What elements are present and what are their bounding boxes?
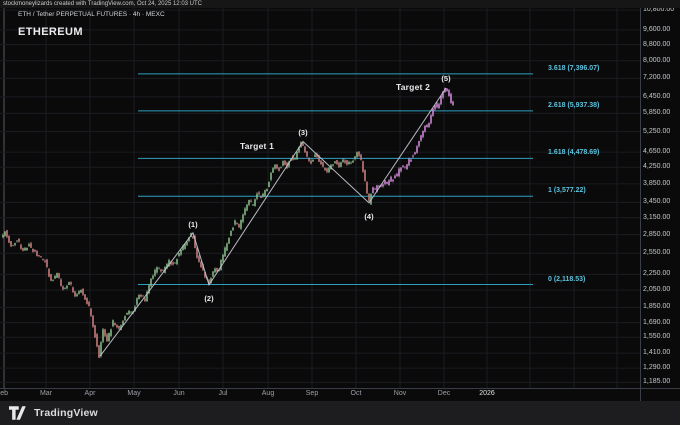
target-annotation[interactable]: Target 2 [396,82,430,92]
price-axis-label: 7,200.00 [643,74,670,81]
candles-projection-bodies [373,88,453,193]
time-axis-label: Oct [351,390,362,397]
symbol-legend[interactable]: ETH / Tether PERPETUAL FUTURES · 4h · ME… [18,11,165,18]
price-axis-label: 2,050.00 [643,286,670,293]
fib-label[interactable]: 1.618 (4,478.69) [548,149,599,156]
price-axis-label: 6,450.00 [643,93,670,100]
price-axis-label: 2,850.00 [643,231,670,238]
time-axis-label: Jul [219,390,228,397]
time-axis[interactable] [0,388,640,401]
candles-up-bodies [3,142,371,356]
price-axis-label: 8,800.00 [643,41,670,48]
tradingview-chart-snapshot: stockmoneylizards created with TradingVi… [0,0,680,425]
price-axis-label: 1,550.00 [643,333,670,340]
wave-label[interactable]: (4) [364,212,373,221]
time-axis-label: Dec [438,390,450,397]
fib-label[interactable]: 3.618 (7,396.07) [548,65,599,72]
price-axis-label: 1,185.00 [643,378,670,385]
price-axis-label: 5,850.00 [643,109,670,116]
chart-canvas[interactable] [0,0,680,425]
price-axis-label: 1,850.00 [643,303,670,310]
wave-trendline[interactable] [100,88,446,356]
tradingview-brand[interactable]: TradingView [34,407,98,419]
time-axis-label: Nov [394,390,406,397]
price-axis-label: 3,150.00 [643,214,670,221]
price-axis-label: 3,450.00 [643,198,670,205]
price-axis-label: 4,650.00 [643,148,670,155]
fib-label[interactable]: 1 (3,577.22) [548,187,586,194]
price-axis-label: 2,250.00 [643,270,670,277]
time-axis-label: Feb [0,390,8,397]
price-axis-label: 1,290.00 [643,364,670,371]
price-axis-label: 9,600.00 [643,26,670,33]
candles-down-bodies [7,143,369,358]
price-axis-label: 4,250.00 [643,163,670,170]
target-annotation[interactable]: Target 1 [240,141,274,151]
candles[interactable] [3,88,453,358]
price-axis-label: 2,550.00 [643,249,670,256]
time-axis-label: Jun [173,390,184,397]
time-axis-label: Apr [85,390,96,397]
wave-label[interactable]: (1) [188,220,197,229]
time-axis-label: Mar [40,390,52,397]
fib-label[interactable]: 0 (2,118.53) [548,276,585,283]
footer-bar: TradingView [0,401,680,425]
price-axis-label: 1,410.00 [643,349,670,356]
time-axis-label: May [127,390,140,397]
candles-up-wicks [3,141,371,357]
wave-label[interactable]: (5) [441,74,450,83]
attribution-bar: stockmoneylizards created with TradingVi… [0,0,680,8]
wave-label[interactable]: (2) [204,294,213,303]
time-axis-label: Sep [306,390,318,397]
price-axis-label: 1,690.00 [643,319,670,326]
watermark-title: ETHEREUM [18,26,83,38]
time-axis-label: Aug [262,390,274,397]
price-axis-label: 5,250.00 [643,128,670,135]
time-axis-label: 2026 [479,390,495,397]
grid [0,8,640,388]
tradingview-logo-icon[interactable] [9,406,27,420]
fib-label[interactable]: 2.618 (5,937.38) [548,102,599,109]
wave-label[interactable]: (3) [298,128,307,137]
price-axis-label: 3,850.00 [643,180,670,187]
price-axis-label: 8,000.00 [643,57,670,64]
candles-down-wicks [7,142,369,358]
